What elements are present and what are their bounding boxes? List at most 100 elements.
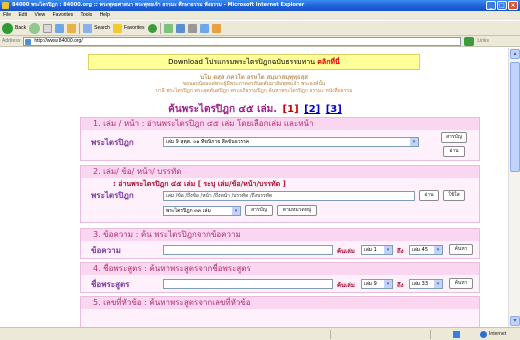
globe-icon [480, 331, 488, 338]
address-url: http://www.84000.org/ [34, 37, 83, 44]
address-bar: Address http://www.84000.org/ Links [0, 36, 520, 47]
window-controls: _ □ × [486, 1, 518, 10]
clear-button[interactable]: ใช้ใส [443, 190, 465, 201]
section-sutta-name-search: 4. ชื่อพระสูตร : ค้นหาพระสูตรจากชื่อพระส… [80, 262, 480, 293]
download-banner: Download โปรแกรมพระไตรปิฎกฉบับธรรมทาน คล… [88, 54, 420, 70]
text-label: ข้อความ [91, 246, 121, 255]
section-1-header: 1. เล่ม / หน้า : อ่านพระไตรปิฎก ๔๕ เล่ม … [81, 118, 479, 130]
menu-tools[interactable]: Tools [80, 12, 92, 18]
site-tagline: บาลี พระไตรปิฎก พระสุตตันตปิฎก พระอภิธรร… [155, 88, 353, 94]
chevron-down-icon: ▾ [410, 138, 418, 146]
menu-help[interactable]: Help [100, 12, 110, 18]
menu-file[interactable]: File [3, 12, 11, 18]
from-book-value: เล่ม 1 [364, 247, 377, 253]
section-5-body [81, 309, 479, 327]
section-text-search: 3. ข้อความ : ค้น พระไตรปิฎกจากข้อความ ข้… [80, 228, 480, 259]
section-5-header: 5. เลขที่หัวข้อ : ค้นหาพระสูตรจากเลขที่ห… [81, 297, 479, 309]
to-book-select[interactable]: เล่ม 45 ▾ [409, 245, 443, 255]
edit-icon[interactable] [199, 23, 209, 33]
status-divider [330, 330, 331, 339]
ie-app-icon [2, 2, 9, 9]
maximize-button[interactable]: □ [497, 1, 507, 10]
media-icon[interactable] [147, 23, 157, 33]
edition-contents-button[interactable]: สารบัญ [245, 205, 273, 216]
sutta-search-button[interactable]: ค้นหา [449, 278, 473, 289]
section-3-header: 3. ข้อความ : ค้น พระไตรปิฎกจากข้อความ [81, 229, 479, 241]
vertical-scrollbar[interactable]: ▴ ▾ [508, 48, 520, 327]
section-2-header: 2. เล่ม/ ข้อ/ หน้า/ บรรทัด [81, 166, 479, 178]
minimize-button[interactable]: _ [486, 1, 496, 10]
pali-salutation: นโม ตสฺส ภควโต อรหโต สมฺมาสมฺพุทฺธสฺส [200, 74, 308, 81]
search-button[interactable]: Search [83, 23, 110, 33]
go-button[interactable] [464, 36, 475, 46]
from-book-select[interactable]: เล่ม 1 ▾ [361, 245, 393, 255]
tipitaka-label-2: พระไตรปิฎก [91, 191, 134, 200]
scroll-thumb[interactable] [510, 62, 520, 172]
links-label[interactable]: Links [477, 38, 489, 44]
print-icon[interactable] [187, 23, 197, 33]
text-search-input[interactable] [163, 245, 333, 255]
forward-arrow-icon[interactable] [29, 22, 41, 34]
menu-edit[interactable]: Edit [18, 12, 27, 18]
to-book-select-2[interactable]: เล่ม 33 ▾ [409, 279, 443, 289]
edition-select[interactable]: พระไตรปิฎก ๓๓ เล่ม ▾ [163, 206, 241, 216]
from-book-select-2[interactable]: เล่ม 9 ▾ [361, 279, 393, 289]
page-link-2[interactable]: [2] [304, 104, 320, 115]
reference-input[interactable]: เล่ม /ข้อ /ถึงข้อ /หน้า /ถึงหน้า /บรรทัด… [163, 191, 415, 201]
site-subheader: นโม ตสฺส ภควโต อรหโต สมฺมาสมฺพุทฺธสฺส ขอ… [88, 74, 420, 102]
address-label: Address [2, 38, 21, 44]
address-input[interactable]: http://www.84000.org/ [23, 36, 462, 46]
messenger-icon[interactable] [211, 23, 221, 33]
window-titlebar: 84000 พระไตรปิฎก : 84000.org :: พระพุทธศ… [0, 0, 520, 11]
thai-salutation: ขอนอบน้อมแด่พระผู้มีพระภาคอรหันตสัมมาสัม… [182, 81, 326, 87]
book-select[interactable]: เล่ม 9 สุตฺต. ๐๑ ทีฆนิกาย สีลขันธวรรค ▾ [163, 137, 419, 147]
section-3-body: ข้อความ ค้นเล่ม เล่ม 1 ▾ ถึง เล่ม 45 ▾ ค… [81, 241, 479, 258]
back-button[interactable]: Back [2, 22, 27, 34]
search-icon [83, 23, 93, 33]
section-book-page: 1. เล่ม / หน้า : อ่านพระไตรปิฎก ๔๕ เล่ม … [80, 117, 480, 161]
refresh-icon[interactable] [55, 23, 65, 33]
contents-button[interactable]: สารบัญ [441, 132, 467, 143]
status-bar: Internet [0, 327, 520, 340]
stop-icon[interactable] [43, 23, 53, 33]
sutta-name-label: ชื่อพระสูตร [91, 280, 130, 289]
section-4-body: ชื่อพระสูตร ค้นเล่ม เล่ม 9 ▾ ถึง เล่ม 33… [81, 275, 479, 292]
home-icon[interactable] [67, 23, 77, 33]
menu-favorites[interactable]: Favorites [53, 12, 74, 18]
download-link[interactable]: คลิกที่นี่ [317, 58, 340, 66]
book-select-value: เล่ม 9 สุตฺต. ๐๑ ทีฆนิกาย สีลขันธวรรค [166, 139, 250, 145]
page-title-text: ค้นพระไตรปิฎก ๔๕ เล่ม. [168, 104, 278, 115]
scroll-down-icon[interactable]: ▾ [510, 316, 520, 326]
to-book-value: เล่ม 45 [412, 247, 429, 253]
favorites-button[interactable]: Favorites [112, 23, 145, 33]
status-divider [430, 330, 431, 339]
from-book-label: ค้นเล่ม [337, 248, 355, 255]
section-topic-number-search: 5. เลขที่หัวข้อ : ค้นหาพระสูตรจากเลขที่ห… [80, 296, 480, 327]
category-button[interactable]: ตามหมวดหมู่ [277, 205, 317, 216]
close-button[interactable]: × [508, 1, 518, 10]
edition-select-value: พระไตรปิฎก ๓๓ เล่ม [166, 208, 211, 214]
back-label: Back [15, 25, 27, 31]
menu-bar: File Edit View Favorites Tools Help [0, 11, 520, 20]
chevron-down-icon: ▾ [232, 207, 240, 215]
text-search-button[interactable]: ค้นหา [449, 244, 473, 255]
menu-view[interactable]: View [34, 12, 45, 18]
scroll-up-icon[interactable]: ▴ [510, 49, 520, 59]
back-arrow-icon [2, 22, 13, 34]
page-link-1[interactable]: [1] [283, 104, 299, 115]
history-icon[interactable] [163, 23, 173, 33]
section-1-body: พระไตรปิฎก เล่ม 9 สุตฺต. ๐๑ ทีฆนิกาย สีล… [81, 130, 479, 160]
read-reference-button[interactable]: อ่าน [419, 190, 439, 201]
chevron-down-icon: ▾ [384, 246, 392, 254]
section-2-body: : อ่านพระไตรปิฎก ๔๕ เล่ม [ ระบุ เล่ม/ข้อ… [81, 178, 479, 222]
toolbar-separator [159, 22, 161, 34]
page-link-3[interactable]: [3] [326, 104, 342, 115]
sutta-name-input[interactable] [163, 279, 333, 289]
toolbar-separator [79, 22, 81, 34]
read-button[interactable]: อ่าน [443, 146, 465, 157]
star-icon [112, 23, 122, 33]
download-banner-text: Download โปรแกรมพระไตรปิฎกฉบับธรรมทาน [168, 58, 315, 66]
mail-icon[interactable] [175, 23, 185, 33]
zone-label: Internet [489, 331, 506, 337]
reference-input-placeholder: เล่ม /ข้อ /ถึงข้อ /หน้า /ถึงหน้า /บรรทัด… [166, 193, 273, 199]
